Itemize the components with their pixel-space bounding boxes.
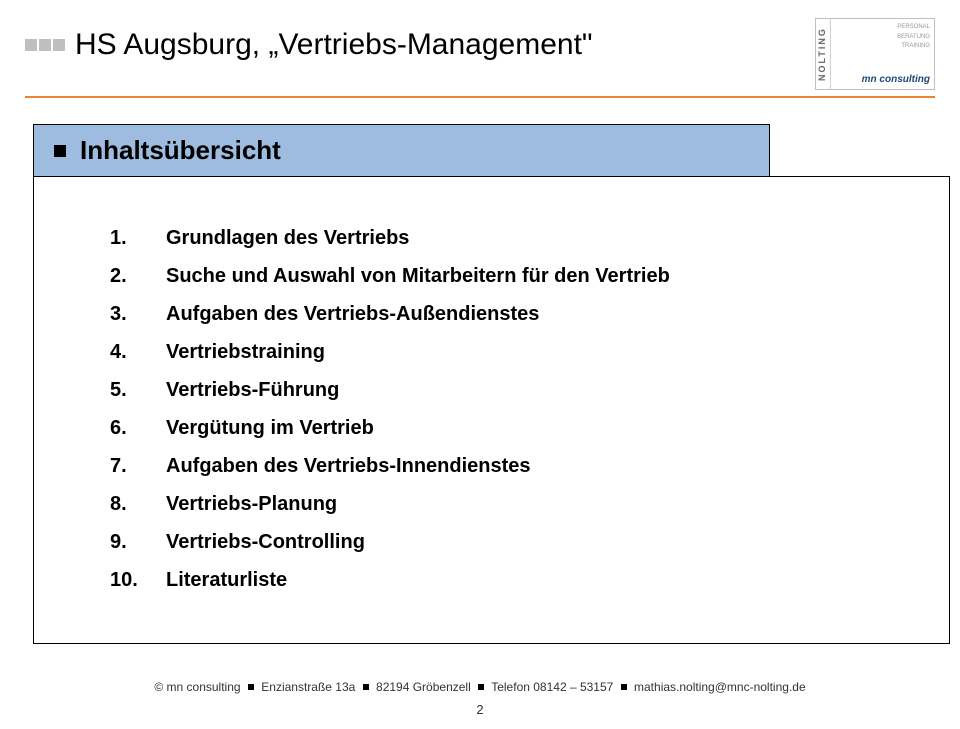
toc-number: 10.	[110, 561, 166, 599]
logo-service-line: BERATUNG	[835, 33, 930, 43]
toc-item: 9.Vertriebs-Controlling	[110, 523, 909, 561]
square-icon	[25, 39, 37, 51]
toc-text: Suche und Auswahl von Mitarbeitern für d…	[166, 257, 670, 295]
toc-item: 8.Vertriebs-Planung	[110, 485, 909, 523]
logo-service-line: TRAINING	[835, 42, 930, 52]
footer-copyright: © mn consulting	[154, 680, 240, 694]
toc-number: 6.	[110, 409, 166, 447]
toc-text: Vertriebs-Planung	[166, 485, 337, 523]
title-bullet-squares	[25, 39, 65, 51]
toc-text: Literaturliste	[166, 561, 287, 599]
toc-item: 5.Vertriebs-Führung	[110, 371, 909, 409]
toc-list: 1.Grundlagen des Vertriebs 2.Suche und A…	[110, 219, 909, 599]
toc-item: 6.Vergütung im Vertrieb	[110, 409, 909, 447]
separator-square-icon	[363, 684, 369, 690]
toc-text: Vertriebstraining	[166, 333, 325, 371]
section-title: Inhaltsübersicht	[80, 135, 281, 166]
toc-number: 2.	[110, 257, 166, 295]
toc-number: 5.	[110, 371, 166, 409]
toc-item: 10.Literaturliste	[110, 561, 909, 599]
presentation-slide: HS Augsburg, „Vertriebs-Management" NOLT…	[0, 0, 960, 729]
logo-brand-vertical: NOLTING	[816, 19, 831, 89]
page-number: 2	[0, 702, 960, 717]
footer-email: mathias.nolting@mnc-nolting.de	[634, 680, 806, 694]
toc-item: 2.Suche und Auswahl von Mitarbeitern für…	[110, 257, 909, 295]
footer-phone: Telefon 08142 – 53157	[491, 680, 613, 694]
logo-brand-text: mn consulting	[835, 74, 930, 85]
toc-item: 3.Aufgaben des Vertriebs-Außendienstes	[110, 295, 909, 333]
logo-right: PERSONAL BERATUNG TRAINING mn consulting	[831, 19, 934, 89]
toc-text: Vertriebs-Führung	[166, 371, 339, 409]
toc-text: Grundlagen des Vertriebs	[166, 219, 409, 257]
footer-address: Enzianstraße 13a	[261, 680, 355, 694]
toc-number: 1.	[110, 219, 166, 257]
toc-number: 4.	[110, 333, 166, 371]
toc-number: 9.	[110, 523, 166, 561]
content-box: 1.Grundlagen des Vertriebs 2.Suche und A…	[33, 176, 950, 644]
toc-item: 7.Aufgaben des Vertriebs-Innendienstes	[110, 447, 909, 485]
toc-number: 7.	[110, 447, 166, 485]
separator-square-icon	[621, 684, 627, 690]
separator-square-icon	[478, 684, 484, 690]
square-icon	[53, 39, 65, 51]
square-icon	[39, 39, 51, 51]
toc-text: Vertriebs-Controlling	[166, 523, 365, 561]
slide-footer: © mn consulting Enzianstraße 13a 82194 G…	[0, 680, 960, 717]
toc-number: 3.	[110, 295, 166, 333]
bullet-square-icon	[54, 145, 66, 157]
company-logo: NOLTING PERSONAL BERATUNG TRAINING mn co…	[815, 18, 935, 90]
footer-line: © mn consulting Enzianstraße 13a 82194 G…	[0, 680, 960, 694]
slide-title: HS Augsburg, „Vertriebs-Management"	[75, 28, 593, 62]
title-wrap: HS Augsburg, „Vertriebs-Management"	[25, 18, 593, 62]
header-divider	[25, 96, 935, 98]
toc-item: 4.Vertriebstraining	[110, 333, 909, 371]
toc-item: 1.Grundlagen des Vertriebs	[110, 219, 909, 257]
toc-number: 8.	[110, 485, 166, 523]
toc-text: Vergütung im Vertrieb	[166, 409, 374, 447]
slide-header: HS Augsburg, „Vertriebs-Management" NOLT…	[25, 18, 935, 90]
footer-city: 82194 Gröbenzell	[376, 680, 471, 694]
toc-text: Aufgaben des Vertriebs-Außendienstes	[166, 295, 539, 333]
logo-services: PERSONAL BERATUNG TRAINING	[835, 23, 930, 52]
separator-square-icon	[248, 684, 254, 690]
section-header-box: Inhaltsübersicht	[33, 124, 770, 177]
logo-service-line: PERSONAL	[835, 23, 930, 33]
toc-text: Aufgaben des Vertriebs-Innendienstes	[166, 447, 531, 485]
